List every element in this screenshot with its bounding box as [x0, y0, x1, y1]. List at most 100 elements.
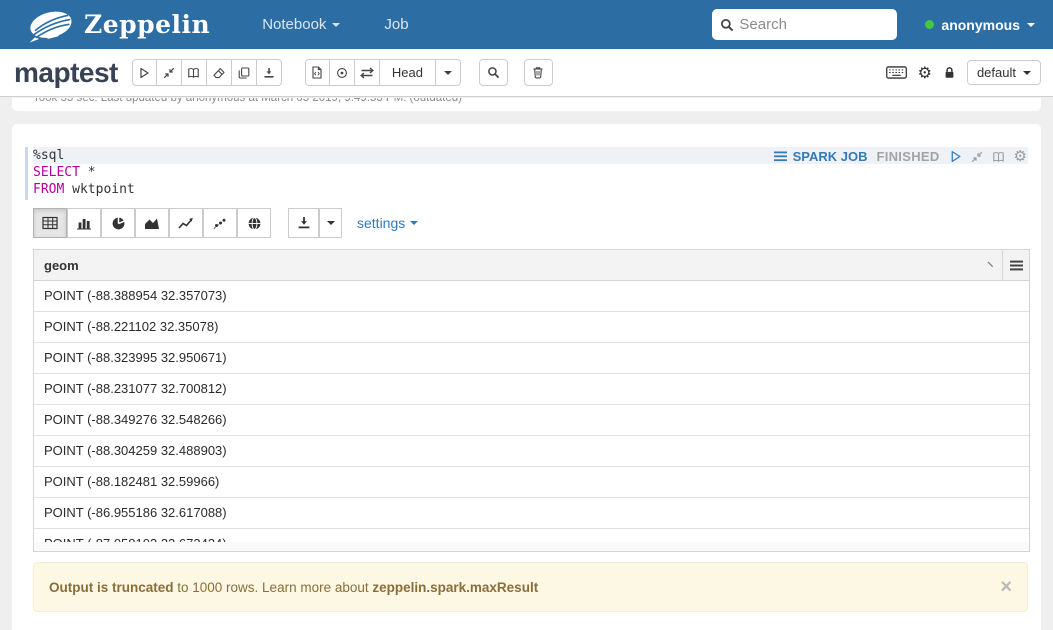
collapse-button[interactable]	[157, 59, 182, 86]
map-display-button[interactable]	[237, 208, 271, 238]
file-code-icon	[311, 66, 323, 79]
pie-chart-icon	[111, 216, 126, 231]
collapse-paragraph-button[interactable]	[971, 151, 983, 163]
chevron-down-icon	[444, 71, 452, 75]
nav-job-label: Job	[384, 16, 408, 33]
download-icon	[297, 216, 311, 230]
remove-note-button[interactable]	[524, 59, 553, 86]
version-control-button[interactable]	[305, 59, 330, 86]
spark-job-link[interactable]: SPARK JOB	[774, 149, 868, 164]
revision-group: Head	[305, 59, 461, 86]
run-paragraph-button[interactable]	[949, 150, 962, 163]
job-list-icon	[774, 151, 788, 162]
bar-chart-icon	[76, 216, 92, 230]
user-name: anonymous	[941, 17, 1020, 33]
revision-selector[interactable]: Head	[380, 59, 436, 86]
paragraph-info-line: Took 35 sec. Last updated by anonymous a…	[33, 98, 462, 104]
grid-menu-button[interactable]	[1002, 250, 1029, 280]
download-icon	[263, 67, 275, 79]
truncation-warning: Output is truncated to 1000 rows. Learn …	[33, 562, 1028, 612]
note-action-group	[132, 59, 282, 86]
play-icon	[138, 67, 150, 79]
clear-output-button[interactable]	[207, 59, 232, 86]
show-hide-output-button[interactable]	[182, 59, 207, 86]
table-row: POINT (-86.955186 32.617088)	[34, 498, 1029, 529]
close-icon[interactable]: ×	[1000, 577, 1012, 597]
code-line: FROM wktpoint	[33, 181, 1028, 198]
lock-icon[interactable]	[943, 66, 956, 79]
line-chart-display-button[interactable]	[169, 208, 203, 238]
spark-job-label: SPARK JOB	[793, 149, 868, 164]
paragraph-settings-icon[interactable]: ⚙	[1014, 149, 1027, 164]
keyboard-shortcuts-icon[interactable]	[886, 66, 907, 79]
zeppelin-logo-icon	[24, 7, 76, 43]
navbar-search-box	[712, 9, 897, 40]
interpreter-binding-button[interactable]: default	[967, 60, 1041, 85]
compare-revisions-button[interactable]	[355, 59, 380, 86]
column-menu-caret-icon[interactable]	[987, 261, 994, 268]
table-row: POINT (-87.058103 32.673434)	[34, 529, 1029, 542]
table-icon	[42, 216, 58, 230]
chevron-down-icon	[327, 221, 335, 225]
scatter-chart-display-button[interactable]	[203, 208, 237, 238]
user-menu[interactable]: anonymous	[925, 17, 1035, 33]
download-data-button[interactable]	[288, 208, 319, 238]
chevron-down-icon	[332, 23, 340, 27]
paragraph-panel: %sql SELECT * FROM wktpoint SPARK JOB FI…	[12, 124, 1041, 630]
search-input[interactable]	[739, 16, 879, 33]
settings-toggle[interactable]: settings	[357, 215, 418, 231]
user-status-icon	[925, 20, 934, 29]
area-chart-icon	[144, 216, 160, 230]
set-revision-button[interactable]	[330, 59, 355, 86]
show-editor-button[interactable]	[992, 151, 1005, 163]
eraser-icon	[213, 67, 225, 79]
table-row: POINT (-88.323995 32.950671)	[34, 343, 1029, 374]
table-header-row: geom	[34, 250, 1029, 281]
warning-middle: to 1000 rows. Learn more about	[174, 580, 373, 595]
table-row: POINT (-88.231077 32.700812)	[34, 374, 1029, 405]
horizontal-scrollbar[interactable]	[34, 542, 1029, 551]
zeppelin-brand[interactable]: Zeppelin	[24, 7, 210, 43]
table-row: POINT (-88.182481 32.59966)	[34, 467, 1029, 498]
search-icon	[720, 18, 734, 32]
line-chart-icon	[178, 216, 194, 230]
note-title[interactable]: maptest	[14, 57, 118, 89]
download-group	[288, 208, 342, 238]
column-header-label: geom	[44, 258, 79, 273]
brand-title: Zeppelin	[84, 10, 210, 39]
search-code-button[interactable]	[479, 59, 508, 86]
shrink-icon	[163, 67, 175, 79]
revision-caret-button[interactable]	[436, 59, 461, 86]
display-type-bar: settings	[33, 208, 418, 238]
nav-job[interactable]: Job	[384, 16, 408, 33]
run-all-button[interactable]	[132, 59, 157, 86]
shrink-icon	[971, 151, 983, 163]
hamburger-menu-icon	[1009, 260, 1024, 271]
export-note-button[interactable]	[257, 59, 282, 86]
interpreter-settings-icon[interactable]: ⚙	[918, 65, 932, 81]
nav-notebook[interactable]: Notebook	[262, 16, 340, 33]
table-row: POINT (-88.221102 32.35078)	[34, 312, 1029, 343]
table-body[interactable]: POINT (-88.388954 32.357073)POINT (-88.2…	[34, 281, 1029, 542]
chevron-down-icon	[1023, 71, 1031, 75]
clone-icon	[238, 67, 250, 79]
trash-icon	[532, 66, 544, 79]
column-header-geom[interactable]: geom	[34, 250, 1002, 280]
book-icon	[187, 67, 200, 79]
interpreter-binding-label: default	[977, 65, 1016, 80]
editor-focus-bar	[25, 147, 28, 200]
search-icon	[487, 66, 500, 79]
top-navbar: Zeppelin Notebook Job anonymous	[0, 0, 1053, 49]
scatter-chart-icon	[212, 216, 228, 230]
table-display-button[interactable]	[33, 208, 67, 238]
note-toolbar-right: ⚙ default	[886, 60, 1041, 85]
bar-chart-display-button[interactable]	[67, 208, 101, 238]
globe-icon	[247, 216, 262, 231]
play-icon	[949, 150, 962, 163]
area-chart-display-button[interactable]	[135, 208, 169, 238]
download-caret-button[interactable]	[319, 208, 342, 238]
warning-bold-lead: Output is truncated	[49, 580, 174, 595]
result-table: geom POINT (-88.388954 32.357073)POINT (…	[33, 249, 1030, 552]
pie-chart-display-button[interactable]	[101, 208, 135, 238]
clone-note-button[interactable]	[232, 59, 257, 86]
